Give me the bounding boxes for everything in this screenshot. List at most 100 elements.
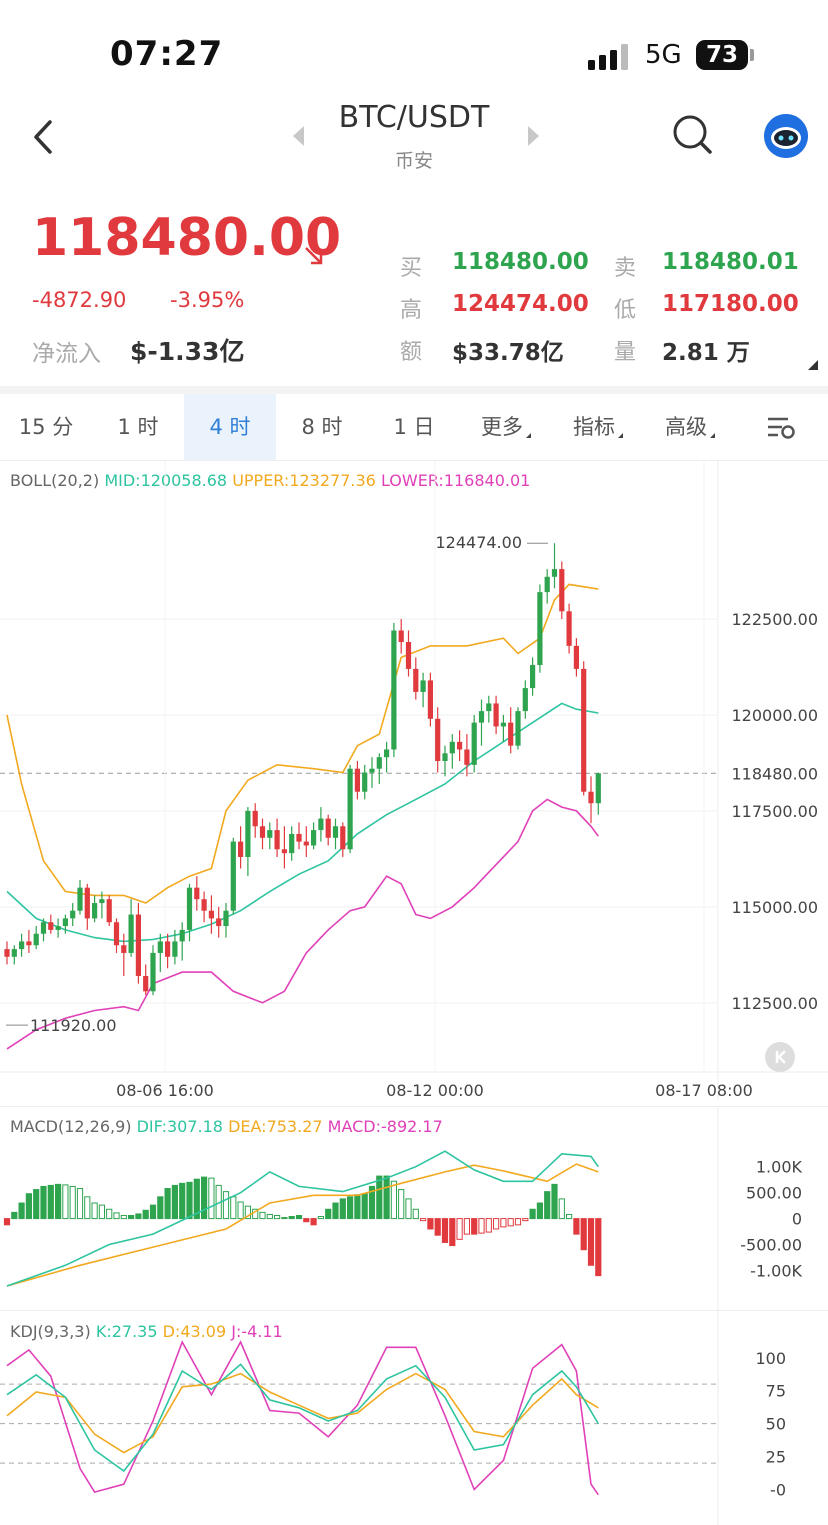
macd-histogram-bar (171, 1184, 179, 1220)
candle-body (84, 887, 90, 919)
reset-zoom-icon[interactable] (764, 1041, 796, 1073)
candle-body (267, 830, 273, 838)
candle-body (70, 910, 76, 919)
macd-histogram-bar (33, 1189, 40, 1220)
tab-15m[interactable]: 15 分 (0, 394, 92, 460)
candle-body (471, 722, 477, 765)
macd-histogram-bar (113, 1212, 120, 1220)
macd-histogram-bar (390, 1180, 397, 1220)
candle-body (99, 899, 105, 904)
pair-title[interactable]: BTC/USDT (300, 100, 528, 135)
kdj-j-line (6, 1340, 599, 1496)
candle-body (165, 941, 171, 957)
tab-indicators[interactable]: 指标 (552, 394, 644, 460)
candle-body (252, 810, 258, 827)
candle-body (289, 833, 295, 854)
macd-histogram-bar (456, 1218, 463, 1240)
x-axis-label: 08-06 16:00 (116, 1081, 214, 1100)
candle-body (384, 749, 390, 758)
tab-1h[interactable]: 1 时 (92, 394, 184, 460)
macd-histogram-bar (237, 1201, 244, 1220)
candle-body (179, 929, 185, 942)
candle-body (303, 841, 309, 846)
macd-histogram-bar (485, 1218, 492, 1233)
kdj-axis-label: -0 (770, 1480, 786, 1499)
dropdown-caret-icon (618, 433, 623, 438)
macd-histogram-bar (347, 1196, 354, 1220)
macd-histogram-bar (179, 1182, 186, 1220)
candle-body (157, 941, 163, 953)
price-change-abs: -4872.90 (32, 288, 127, 312)
chart-settings-icon[interactable] (764, 414, 798, 442)
candle-body (223, 910, 229, 927)
high-label: 高 (400, 298, 423, 323)
back-button[interactable] (26, 112, 66, 162)
macd-histogram-bar (274, 1214, 281, 1220)
macd-histogram-bar (11, 1211, 18, 1220)
expand-stats-icon[interactable] (808, 360, 818, 370)
macd-histogram-bar (500, 1218, 507, 1228)
macd-histogram-bar (587, 1218, 595, 1266)
candle-body (530, 665, 536, 689)
dropdown-caret-icon (526, 433, 531, 438)
macd-histogram-bar (135, 1213, 142, 1220)
macd-histogram-bar (266, 1213, 273, 1220)
exchange-name: 币安 (394, 150, 433, 172)
candle-body (566, 611, 572, 646)
candle-body (457, 741, 463, 750)
max-price-label: 124474.00 (435, 533, 522, 552)
boll-lower-line (6, 798, 599, 1050)
macd-histogram-bar (317, 1216, 324, 1220)
macd-chart[interactable]: 1.00K 500.00 0 -500.00 -1.00K (0, 1106, 828, 1310)
low-price: 117180.00 (662, 291, 799, 317)
kdj-chart[interactable]: 100 75 50 25 -0 (0, 1310, 828, 1525)
candle-body (62, 918, 68, 927)
search-icon[interactable] (670, 112, 716, 158)
macd-histogram-bar (332, 1202, 339, 1220)
tab-label: 高级 (665, 415, 707, 439)
y-axis-label: 122500.00 (731, 610, 818, 629)
macd-histogram-bar (164, 1188, 171, 1220)
macd-histogram-bar (566, 1213, 573, 1220)
tab-8h[interactable]: 8 时 (276, 394, 368, 460)
kdj-axis-label: 50 (766, 1415, 786, 1434)
tab-1d[interactable]: 1 日 (368, 394, 460, 460)
tab-4h[interactable]: 4 时 (184, 394, 276, 460)
candle-body (230, 841, 236, 911)
macd-histogram-bar (303, 1218, 310, 1223)
next-pair-arrow-icon[interactable] (527, 126, 539, 146)
tab-label: 更多 (481, 415, 523, 439)
candle-body (150, 952, 156, 992)
candle-body (4, 949, 10, 957)
candle-body (398, 630, 404, 643)
kdj-axis-label: 75 (766, 1382, 786, 1401)
tab-advanced[interactable]: 高级 (644, 394, 736, 460)
macd-histogram-bar (420, 1218, 427, 1222)
x-axis-label: 08-12 00:00 (386, 1081, 484, 1100)
macd-histogram-bar (3, 1218, 11, 1226)
candle-body (121, 945, 127, 953)
macd-histogram-bar (120, 1214, 127, 1220)
tab-label: 指标 (573, 415, 615, 439)
macd-histogram-bar (69, 1185, 76, 1220)
tab-label: 1 时 (117, 415, 159, 439)
sell-price: 118480.01 (662, 249, 799, 275)
macd-histogram-bar (222, 1191, 230, 1220)
macd-histogram-bar (91, 1202, 98, 1220)
macd-histogram-bar (529, 1208, 536, 1220)
dropdown-caret-icon (710, 433, 715, 438)
macd-histogram-bar (551, 1183, 558, 1220)
macd-histogram-bar (128, 1214, 135, 1220)
macd-histogram-bar (325, 1208, 332, 1220)
macd-histogram-bar (106, 1208, 113, 1220)
high-price: 124474.00 (452, 291, 589, 317)
candle-body (40, 922, 47, 934)
current-price-label: 118480.00 (731, 764, 818, 783)
candlestick-chart[interactable]: 122500.00 120000.00 117500.00 115000.00 1125… (0, 460, 828, 1100)
macd-histogram-bar (281, 1217, 288, 1220)
tab-more[interactable]: 更多 (460, 394, 552, 460)
y-axis-label: 117500.00 (731, 802, 818, 821)
macd-histogram-bar (84, 1196, 91, 1220)
assistant-avatar-icon[interactable] (764, 114, 808, 158)
candle-body (500, 722, 506, 727)
